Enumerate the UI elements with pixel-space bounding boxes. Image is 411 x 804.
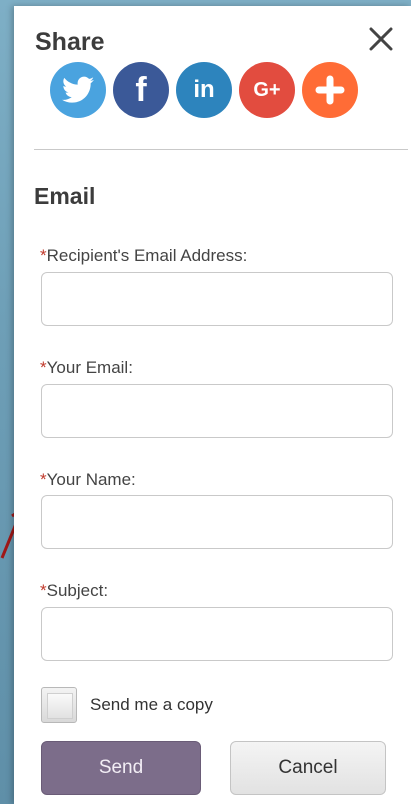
close-icon[interactable] (366, 24, 396, 54)
divider (34, 149, 408, 150)
your-email-label-text: Your Email: (46, 358, 133, 377)
recipient-email-label-text: Recipient's Email Address: (46, 246, 248, 265)
subject-label-text: Subject: (46, 581, 109, 600)
facebook-glyph: f (135, 71, 147, 109)
your-name-label: *Your Name: (40, 470, 136, 490)
your-name-input[interactable] (41, 495, 393, 549)
linkedin-icon[interactable]: in (176, 62, 232, 118)
cancel-button[interactable]: Cancel (230, 741, 386, 795)
plus-icon (315, 75, 345, 105)
twitter-icon[interactable] (50, 62, 106, 118)
your-email-label: *Your Email: (40, 358, 133, 378)
google-plus-glyph: G+ (253, 79, 281, 101)
your-email-input[interactable] (41, 384, 393, 438)
share-panel: Share f in G+ Email *Recipient's Email A… (14, 6, 411, 804)
share-title: Share (35, 28, 105, 56)
required-marker: * (40, 358, 47, 377)
email-heading: Email (34, 183, 96, 209)
send-copy-label: Send me a copy (90, 695, 213, 714)
twitter-bird-icon (62, 76, 94, 103)
send-copy-checkbox[interactable] (41, 687, 77, 723)
required-marker: * (40, 581, 47, 600)
subject-label: *Subject: (40, 581, 108, 601)
facebook-icon[interactable]: f (113, 62, 169, 118)
send-button[interactable]: Send (41, 741, 201, 795)
add-more-icon[interactable] (302, 62, 358, 118)
google-plus-icon[interactable]: G+ (239, 62, 295, 118)
linkedin-glyph: in (193, 76, 215, 103)
required-marker: * (40, 470, 47, 489)
subject-input[interactable] (41, 607, 393, 661)
recipient-email-input[interactable] (41, 272, 393, 326)
required-marker: * (40, 246, 47, 265)
recipient-email-label: *Recipient's Email Address: (40, 246, 247, 266)
social-share-row: f in G+ (50, 62, 358, 120)
your-name-label-text: Your Name: (46, 470, 136, 489)
